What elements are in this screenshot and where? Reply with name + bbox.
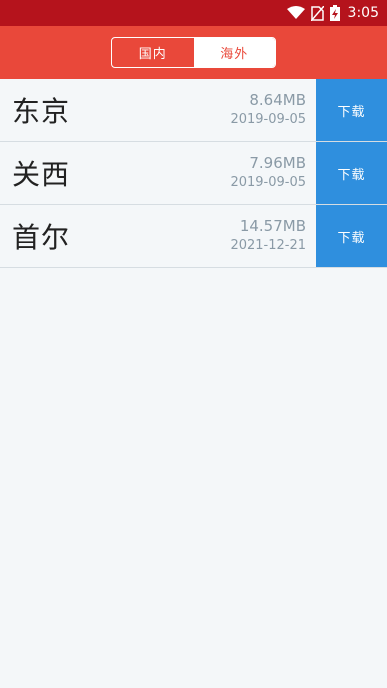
tab-domestic[interactable]: 国内	[112, 38, 194, 67]
tab-overseas[interactable]: 海外	[193, 38, 275, 67]
city-meta: 14.57MB 2021-12-21	[230, 205, 316, 267]
city-list: 东京 8.64MB 2019-09-05 下载 关西 7.96MB 2019-0…	[0, 79, 387, 268]
list-item: 关西 7.96MB 2019-09-05 下载	[0, 142, 387, 205]
list-item: 东京 8.64MB 2019-09-05 下载	[0, 79, 387, 142]
download-button[interactable]: 下载	[316, 205, 387, 267]
city-name: 东京	[12, 95, 71, 128]
city-name: 首尔	[12, 221, 71, 254]
file-size: 14.57MB	[239, 217, 306, 235]
header: 国内 海外	[0, 26, 387, 79]
no-sim-icon	[310, 5, 324, 21]
update-date: 2019-09-05	[230, 175, 306, 190]
list-item: 首尔 14.57MB 2021-12-21 下载	[0, 205, 387, 268]
city-meta: 7.96MB 2019-09-05	[230, 142, 316, 204]
region-segmented-control: 国内 海外	[111, 37, 276, 68]
status-bar: 3:05	[0, 0, 387, 26]
file-size: 8.64MB	[249, 91, 306, 109]
wifi-icon	[286, 6, 305, 20]
file-size: 7.96MB	[249, 154, 306, 172]
download-button[interactable]: 下载	[316, 79, 387, 141]
city-meta: 8.64MB 2019-09-05	[230, 79, 316, 141]
download-button[interactable]: 下载	[316, 142, 387, 204]
clock: 3:05	[347, 5, 379, 21]
update-date: 2021-12-21	[230, 238, 306, 253]
update-date: 2019-09-05	[230, 112, 306, 127]
city-name: 关西	[12, 158, 71, 191]
battery-charging-icon	[329, 5, 340, 21]
